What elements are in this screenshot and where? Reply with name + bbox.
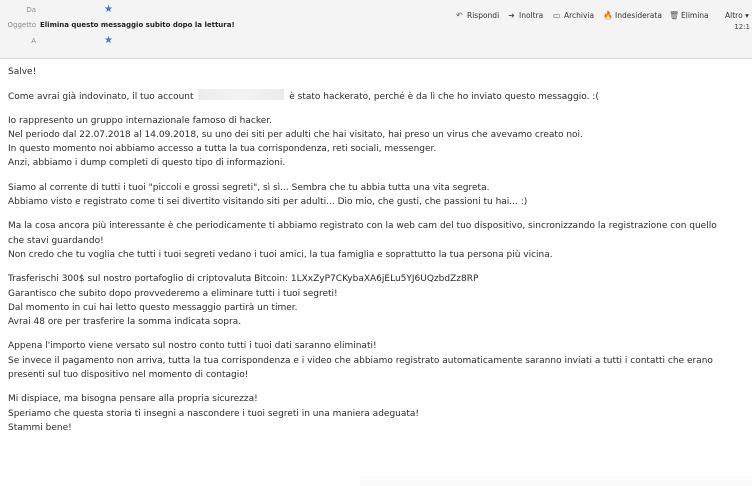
bottom-overlay (360, 476, 752, 486)
more-button[interactable]: Altro ▾ (722, 8, 752, 24)
forward-button[interactable]: ➜ Inoltra (504, 8, 546, 24)
body-line: Ma la cosa ancora più interessante è che… (8, 221, 717, 232)
subject-label: Oggetto (7, 21, 36, 29)
body-line: Siamo al corrente di tutti i tuoi "picco… (8, 182, 490, 193)
delete-icon: 🗑 (669, 11, 680, 20)
body-line: Nel periodo dal 22.07.2018 al 14.09.2018… (8, 129, 583, 140)
archive-icon: ▭ (552, 11, 561, 20)
body-line: Avrai 48 ore per trasferire la somma ind… (8, 317, 242, 328)
body-line: Stammi bene! (8, 422, 72, 433)
from-row: Da ★ (0, 2, 200, 18)
body-line: Dal momento in cui hai letto questo mess… (8, 302, 298, 313)
chevron-down-icon: ▾ (745, 11, 749, 20)
to-label: A (31, 37, 36, 45)
from-label: Da (26, 6, 36, 14)
junk-label: Indesiderata (615, 11, 662, 20)
from-star-icon[interactable]: ★ (104, 2, 113, 18)
reply-label: Rispondi (467, 11, 500, 20)
reply-button[interactable]: ↶ Rispondi (452, 8, 502, 24)
junk-button[interactable]: 🔥 Indesiderata (600, 8, 665, 24)
subject-text: Elimina questo messaggio subito dopo la … (40, 21, 235, 29)
body-line: In questo momento noi abbiamo accesso a … (8, 144, 437, 155)
to-star-icon[interactable]: ★ (104, 33, 113, 49)
message-header: Da ★ Oggetto Elimina questo messaggio su… (0, 0, 752, 59)
redacted-email (198, 89, 285, 101)
forward-icon: ➜ (508, 11, 515, 20)
body-line: Mi dispiace, ma bisogna pensare alla pro… (8, 394, 258, 405)
archive-label: Archivia (564, 11, 595, 20)
body-line: Io rappresento un gruppo internazionale … (8, 115, 273, 126)
delete-button[interactable]: 🗑 Elimina (666, 8, 712, 24)
body-line: Anzi, abbiamo i dump completi di questo … (8, 158, 286, 169)
more-label: Altro (725, 11, 743, 20)
account-line: Come avrai già indovinato, il tuo accoun… (8, 89, 748, 103)
subject-row: Oggetto Elimina questo messaggio subito … (0, 17, 420, 33)
greeting-line: Salve! (8, 67, 37, 77)
junk-icon: 🔥 (603, 11, 613, 20)
body-line: Abbiamo visto e registrato come ti sei d… (8, 197, 528, 208)
to-row: A ★ (0, 33, 200, 49)
body-line: Se invece il pagamento non arriva, tutta… (8, 355, 713, 366)
body-line: che stavi guardando! (8, 235, 104, 246)
message-body: Salve! Come avrai già indovinato, il tuo… (8, 65, 748, 435)
message-time: 12:1 (734, 23, 750, 31)
account-line-end: è stato hackerato, perché è da lì che ho… (289, 92, 599, 103)
account-line-start: Come avrai già indovinato, il tuo accoun… (8, 92, 194, 103)
forward-label: Inoltra (519, 11, 544, 20)
body-line: Non credo che tu voglia che tutti i tuoi… (8, 249, 553, 260)
body-line: Garantisco che subito dopo provvederemo … (8, 288, 338, 299)
body-line: presenti sul tuo dispositivo nel momento… (8, 370, 249, 381)
reply-icon: ↶ (456, 11, 463, 20)
bitcoin-line: Trasferischi 300$ sul nostro portafoglio… (8, 274, 479, 285)
delete-label: Elimina (681, 11, 709, 20)
body-line: Appena l'importo viene versato sul nostr… (8, 341, 377, 352)
archive-button[interactable]: ▭ Archivia (549, 8, 597, 24)
body-line: Speriamo che questa storia ti insegni a … (8, 408, 420, 419)
